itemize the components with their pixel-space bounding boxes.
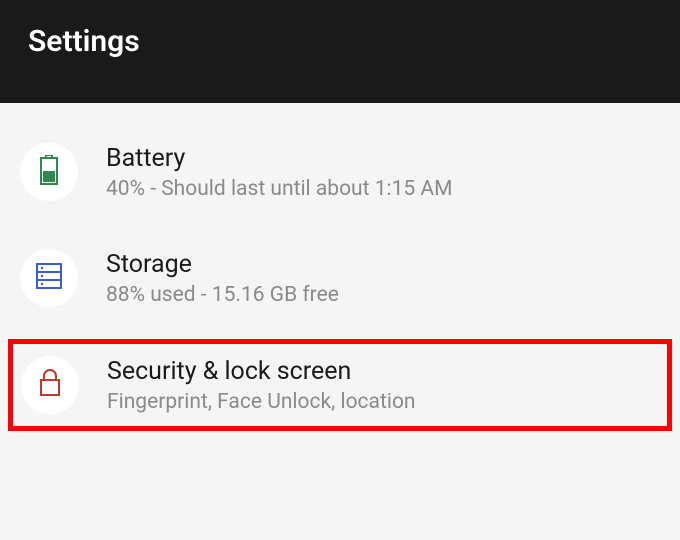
settings-list: Battery 40% - Should last until about 1:… <box>0 103 680 455</box>
item-subtitle: Fingerprint, Face Unlock, location <box>107 390 416 414</box>
settings-item-battery[interactable]: Battery 40% - Should last until about 1:… <box>0 127 680 217</box>
item-text: Storage 88% used - 15.16 GB free <box>106 250 339 307</box>
storage-icon <box>36 263 62 293</box>
battery-icon <box>40 155 58 189</box>
app-header: Settings <box>0 0 680 103</box>
storage-icon-container <box>20 249 78 307</box>
item-text: Battery 40% - Should last until about 1:… <box>106 144 452 201</box>
item-subtitle: 40% - Should last until about 1:15 AM <box>106 177 452 201</box>
item-title: Security & lock screen <box>107 357 416 386</box>
item-subtitle: 88% used - 15.16 GB free <box>106 283 339 307</box>
security-icon-container <box>21 356 79 414</box>
settings-item-security[interactable]: Security & lock screen Fingerprint, Face… <box>8 339 672 431</box>
lock-icon <box>39 369 61 401</box>
page-title: Settings <box>28 24 652 59</box>
item-title: Battery <box>106 144 452 173</box>
item-title: Storage <box>106 250 339 279</box>
item-text: Security & lock screen Fingerprint, Face… <box>107 357 416 414</box>
settings-item-storage[interactable]: Storage 88% used - 15.16 GB free <box>0 233 680 323</box>
battery-icon-container <box>20 143 78 201</box>
